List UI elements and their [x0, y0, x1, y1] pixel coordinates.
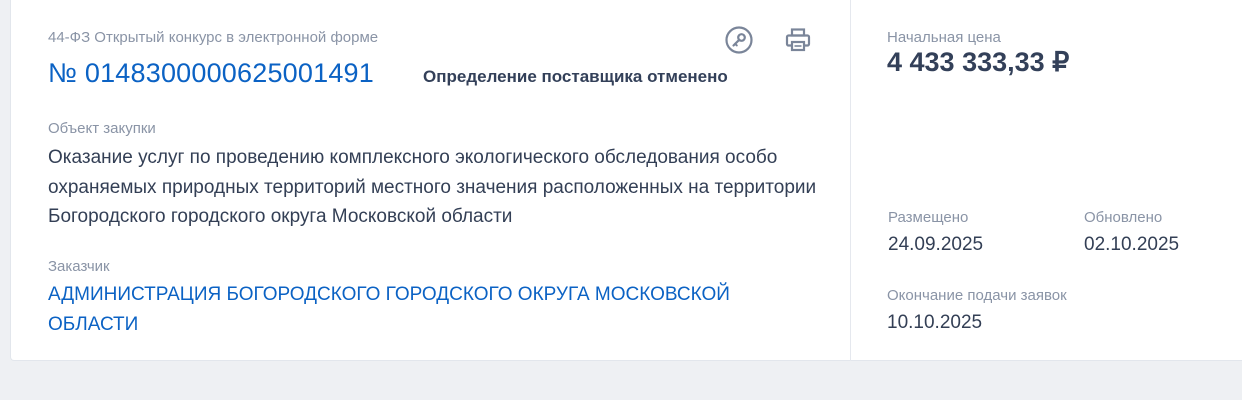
customer-label: Заказчик — [48, 258, 110, 275]
object-label: Объект закупки — [48, 120, 156, 137]
tender-number-link[interactable]: № 0148300000625001491 — [48, 58, 374, 89]
customer-link[interactable]: АДМИНИСТРАЦИЯ БОГОРОДСКОГО ГОРОДСКОГО ОК… — [48, 280, 768, 339]
updated-label: Обновлено — [1084, 209, 1163, 226]
status-text: Определение поставщика отменено — [423, 67, 728, 86]
deadline-label: Окончание подачи заявок — [887, 287, 1067, 304]
object-description: Оказание услуг по проведению комплексног… — [48, 147, 817, 227]
posted-date: 24.09.2025 — [888, 234, 984, 255]
key-icon[interactable] — [723, 24, 755, 56]
price-value: 4 433 333,33 ₽ — [887, 47, 1070, 77]
deadline-date: 10.10.2025 — [887, 312, 983, 333]
price-label: Начальная цена — [887, 29, 1001, 46]
tender-card: 44-ФЗ Открытый конкурс в электронной фор… — [10, 0, 1242, 361]
posted-label: Размещено — [888, 209, 969, 226]
card-divider — [850, 0, 851, 361]
print-icon[interactable] — [782, 24, 814, 56]
updated-date: 02.10.2025 — [1084, 234, 1180, 255]
law-type-label: 44-ФЗ Открытый конкурс в электронной фор… — [48, 29, 379, 46]
